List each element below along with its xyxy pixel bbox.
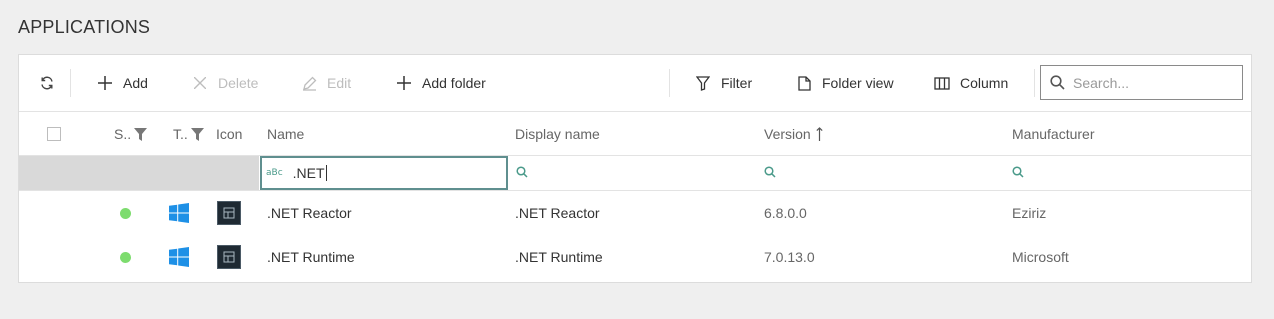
sort-ascending-icon [816,127,823,141]
name-filter-field[interactable]: aBc .NET [260,156,508,190]
text-cursor [325,165,327,181]
folder-view-button[interactable]: Folder view [795,55,894,111]
column-header-manufacturer-label: Manufacturer [1012,126,1095,142]
funnel-icon[interactable] [134,127,148,141]
column-header-version[interactable]: Version [764,112,823,156]
table-header: S.. T.. Icon Name Display name Version M… [19,112,1251,156]
column-button-label: Column [960,75,1009,91]
plus-icon [395,74,413,92]
column-header-name-label: Name [267,126,305,142]
table-row[interactable]: .NET Reactor .NET Reactor 6.8.0.0 Eziriz [19,191,1251,235]
add-folder-button[interactable]: Add folder [395,55,486,111]
filter-button-label: Filter [721,75,753,91]
toolbar-divider [70,69,71,97]
cell-manufacturer: Eziriz [1012,205,1047,221]
status-dot [120,191,131,235]
applications-panel: Add Delete Edit Add folder Filter Folder… [18,54,1252,283]
page-title: APPLICATIONS [18,17,151,37]
document-icon [795,74,813,92]
toolbar-divider [1034,69,1035,97]
column-header-icon[interactable]: Icon [216,112,242,156]
search-input[interactable] [1073,74,1223,91]
cell-display-name: .NET Reactor [515,205,600,221]
refresh-button[interactable] [38,55,65,111]
pencil-icon [300,74,318,92]
delete-button[interactable]: Delete [191,55,258,111]
filter-row-empty-area [19,156,259,190]
column-header-version-label: Version [764,126,811,142]
app-icon [217,191,241,235]
edit-button-label: Edit [327,75,352,91]
column-header-type-label: T.. [173,126,188,142]
funnel-icon [694,74,712,92]
display-name-filter-search-icon[interactable] [516,165,528,183]
funnel-icon[interactable] [190,127,204,141]
plus-icon [96,74,114,92]
cell-name: .NET Reactor [267,205,352,221]
cell-version: 6.8.0.0 [764,205,807,221]
cell-display-name: .NET Runtime [515,249,603,265]
column-header-display-name[interactable]: Display name [515,112,600,156]
folder-view-button-label: Folder view [822,75,894,91]
windows-icon [169,235,189,279]
add-folder-button-label: Add folder [422,75,486,91]
cell-name: .NET Runtime [267,249,355,265]
columns-icon [933,74,951,92]
filter-button[interactable]: Filter [694,55,752,111]
column-header-status-label: S.. [114,126,132,142]
close-icon [191,74,209,92]
status-dot [120,235,131,279]
toolbar: Add Delete Edit Add folder Filter Folder… [19,55,1251,112]
filter-row: aBc .NET [19,156,1251,191]
refresh-icon [38,74,56,92]
toolbar-divider [669,69,670,97]
select-all-checkbox[interactable] [47,112,61,156]
search-field[interactable] [1040,65,1243,100]
column-header-type[interactable]: T.. [173,112,204,156]
cell-version: 7.0.13.0 [764,249,815,265]
search-icon [1050,75,1065,90]
text-filter-icon: aBc [266,168,283,178]
cell-manufacturer: Microsoft [1012,249,1069,265]
windows-icon [169,191,189,235]
app-icon [217,235,241,279]
column-header-manufacturer[interactable]: Manufacturer [1012,112,1094,156]
manufacturer-filter-search-icon[interactable] [1012,165,1024,183]
column-button[interactable]: Column [933,55,1008,111]
column-header-display-name-label: Display name [515,126,600,142]
table-row[interactable]: .NET Runtime .NET Runtime 7.0.13.0 Micro… [19,235,1251,279]
add-button[interactable]: Add [96,55,148,111]
add-button-label: Add [123,75,148,91]
column-header-name[interactable]: Name [267,112,304,156]
edit-button[interactable]: Edit [300,55,351,111]
version-filter-search-icon[interactable] [764,165,776,183]
delete-button-label: Delete [218,75,259,91]
column-header-icon-label: Icon [216,126,243,142]
column-header-status[interactable]: S.. [114,112,148,156]
name-filter-value: .NET [292,165,325,181]
